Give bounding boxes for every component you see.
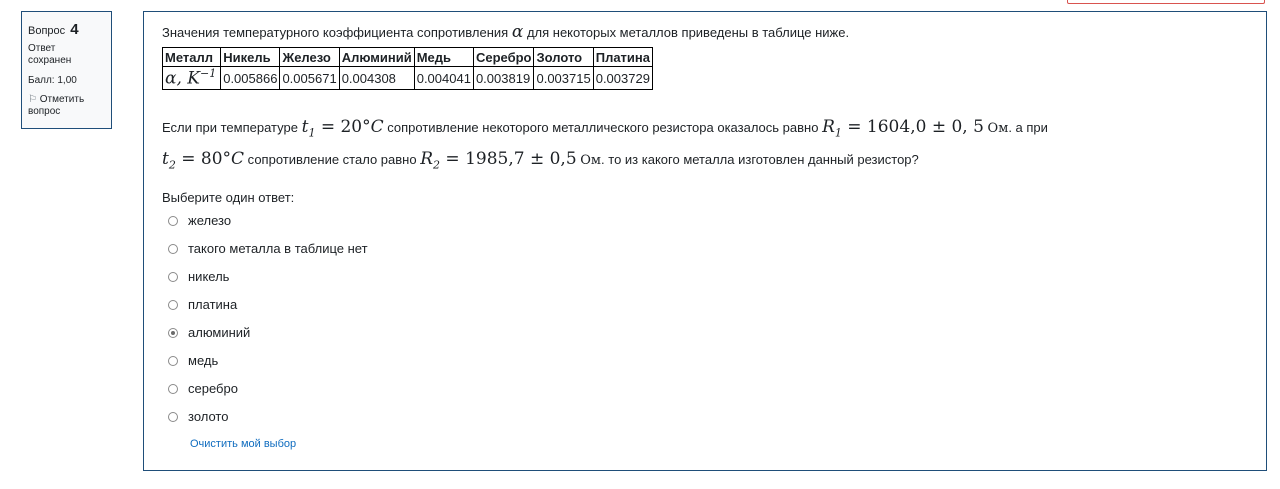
table-header-row: Металл Никель Железо Алюминий Медь Серебро Зол…	[161, 47, 654, 67]
r2-var: R2	[420, 149, 441, 172]
table-header-cell: Медь	[413, 47, 474, 67]
r2-value: = 1985,7 ± 0,5	[440, 149, 577, 170]
radio-icon[interactable]	[168, 355, 178, 366]
question-grade: Балл: 1,00	[28, 75, 77, 86]
question-body: Если при температуре t1 = 20°C сопротивл…	[162, 114, 1248, 179]
body-text-5: . то из какого металла изготовлен данный…	[601, 152, 919, 168]
row-label-text: α, K	[165, 68, 200, 89]
answer-options: железо такого металла в таблице нет никель…	[162, 207, 1248, 431]
r1-unit: Ом	[987, 121, 1009, 136]
t1-unit: C	[370, 117, 384, 137]
table-cell: 0.003729	[592, 66, 654, 90]
table-header-cell: Золото	[533, 47, 594, 67]
radio-icon[interactable]	[168, 271, 178, 282]
answer-option[interactable]: серебро	[162, 375, 1248, 403]
radio-icon[interactable]	[168, 299, 178, 310]
table-header-cell: Серебро	[472, 47, 535, 67]
t2-var-text: t	[162, 149, 169, 170]
table-cell: 0.005671	[279, 66, 340, 90]
answer-option-label: медь	[188, 353, 219, 369]
body-text-2: сопротивление некоторого металлического …	[387, 120, 819, 135]
answer-option-label: платина	[188, 297, 238, 313]
radio-icon[interactable]	[168, 411, 178, 422]
t2-value: = 80°	[175, 149, 232, 170]
flag-label-1: Отметить	[39, 94, 85, 105]
answer-option-label: никель	[188, 269, 230, 285]
question-number-value: 4	[70, 21, 79, 38]
answer-option-label: железо	[188, 213, 232, 229]
answer-option-label: алюминий	[188, 325, 251, 341]
r2-var-text: R	[420, 149, 434, 170]
answer-option[interactable]: никель	[162, 263, 1248, 291]
t2-var: t2	[162, 149, 176, 172]
row-label-exponent: −1	[200, 67, 217, 81]
t2-unit: C	[231, 149, 245, 170]
table-cell: 0.003715	[533, 66, 594, 90]
flag-icon: ⚐	[28, 94, 37, 105]
question-content: Значения температурного коэффициента соп…	[143, 11, 1267, 471]
answer-option[interactable]: такого металла в таблице нет	[162, 235, 1248, 263]
t2-sub: 2	[168, 158, 176, 172]
metals-table: Металл Никель Железо Алюминий Медь Серебро Зол…	[161, 47, 654, 90]
r1-var: R1	[822, 117, 842, 140]
question-state: Ответ сохранен	[28, 43, 111, 67]
table-row: α, K−1 0.005866 0.005671 0.004308 0.004041 0…	[161, 66, 654, 90]
table-header-cell: Металл	[161, 47, 222, 67]
body-text-4: сопротивление стало равно	[247, 152, 417, 168]
state-line-1: Ответ	[28, 43, 56, 54]
table-cell: 0.004308	[338, 66, 415, 90]
intro-text-2: для некоторых металлов приведены в табли…	[526, 25, 850, 40]
flag-question-button[interactable]: ⚐ Отметить вопрос	[28, 94, 111, 118]
answer-option-label: такого металла в таблице нет	[188, 241, 368, 257]
answer-option[interactable]: золото	[162, 403, 1248, 431]
table-header-cell: Платина	[592, 47, 654, 67]
body-text-3: . а при	[1008, 120, 1048, 135]
body-text-1: Если при температуре	[162, 120, 298, 135]
question-label: Вопрос	[28, 25, 66, 37]
radio-icon[interactable]	[168, 243, 178, 254]
radio-icon[interactable]	[168, 327, 178, 338]
answer-option-label: серебро	[188, 381, 238, 397]
table-cell: 0.004041	[413, 66, 474, 90]
table-cell: 0.005866	[220, 66, 281, 90]
table-header-cell: Никель	[220, 47, 281, 67]
question-info-panel: Вопрос 4 Ответ сохранен Балл: 1,00 ⚐ Отм…	[21, 11, 112, 129]
state-line-2: сохранен	[28, 55, 72, 66]
r2-sub: 2	[433, 158, 441, 172]
answer-option-label: золото	[188, 409, 229, 425]
answer-option[interactable]: медь	[162, 347, 1248, 375]
table-header-cell: Алюминий	[338, 47, 415, 67]
radio-icon[interactable]	[168, 383, 178, 394]
answer-option[interactable]: алюминий	[162, 319, 1248, 347]
question-intro: Значения температурного коэффициента соп…	[162, 24, 1248, 41]
intro-text-1: Значения температурного коэффициента соп…	[162, 25, 509, 40]
alert-box-fragment	[1067, 0, 1265, 4]
answer-prompt: Выберите один ответ:	[162, 189, 295, 205]
clear-choice-link[interactable]: Очистить мой выбор	[190, 438, 1248, 450]
r1-sub: 1	[834, 126, 842, 140]
flag-label-2: вопрос	[28, 106, 61, 117]
r2-unit: Ом	[580, 153, 602, 169]
table-cell: 0.003819	[472, 66, 535, 90]
answer-option[interactable]: железо	[162, 207, 1248, 235]
question-number: Вопрос 4	[28, 21, 111, 38]
alpha-symbol: α	[511, 22, 524, 42]
answer-option[interactable]: платина	[162, 291, 1248, 319]
radio-icon[interactable]	[168, 215, 178, 226]
r1-var-text: R	[822, 117, 835, 137]
table-header-cell: Железо	[279, 47, 340, 67]
r1-value: = 1604,0 ± 0, 5	[841, 117, 984, 137]
t1-value: = 20°	[315, 117, 371, 137]
table-row-label: α, K−1	[161, 66, 222, 90]
t1-var: t1	[302, 117, 316, 139]
